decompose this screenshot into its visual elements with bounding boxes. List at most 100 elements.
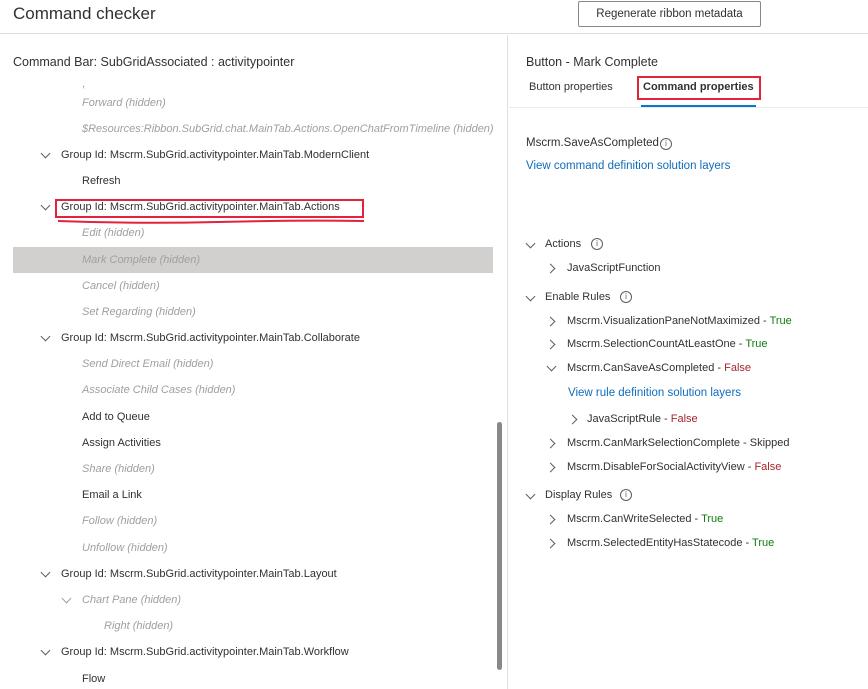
info-icon[interactable]: i bbox=[620, 489, 632, 501]
chevron-right-icon bbox=[545, 538, 556, 549]
rule-separator: - bbox=[714, 362, 725, 374]
tree-item-cancel[interactable]: Cancel (hidden) bbox=[82, 273, 160, 299]
tree-item-right[interactable]: Right (hidden) bbox=[104, 613, 173, 639]
enable-rule-item[interactable]: Mscrm.VisualizationPaneNotMaximized - Tr… bbox=[545, 311, 792, 331]
tree-item-label: Add to Queue bbox=[82, 411, 150, 423]
tree-group-label: Group Id: Mscrm.SubGrid.activitypointer.… bbox=[61, 646, 349, 658]
regenerate-ribbon-metadata-button[interactable]: Regenerate ribbon metadata bbox=[578, 1, 761, 27]
enable-rule-item[interactable]: Mscrm.SelectionCountAtLeastOne - True bbox=[545, 334, 768, 354]
tree-group-label: Group Id: Mscrm.SubGrid.activitypointer.… bbox=[61, 332, 360, 344]
rule-separator: - bbox=[742, 537, 753, 549]
chevron-down-icon bbox=[525, 238, 536, 249]
tree-item-label: Email a Link bbox=[82, 489, 142, 501]
tree-item-send-direct-email[interactable]: Send Direct Email (hidden) bbox=[82, 351, 213, 377]
rule-value: False bbox=[724, 362, 752, 374]
rule-value: False bbox=[670, 413, 698, 425]
command-bar-title: Command Bar: SubGridAssociated : activit… bbox=[13, 55, 295, 69]
header-bar: Command checker Regenerate ribbon metada… bbox=[0, 0, 868, 34]
rule-value: True bbox=[752, 537, 775, 549]
rule-name: Mscrm.CanMarkSelectionComplete bbox=[567, 437, 740, 449]
view-rule-definition-layers-link[interactable]: View rule definition solution layers bbox=[568, 387, 741, 399]
tree-item-label: $Resources:Ribbon.SubGrid.chat.MainTab.A… bbox=[82, 123, 494, 135]
tree-item-label: Cancel (hidden) bbox=[82, 280, 160, 292]
tree-item-associate-child-cases[interactable]: Associate Child Cases (hidden) bbox=[82, 377, 235, 403]
rule-value: True bbox=[701, 513, 724, 525]
command-id: Mscrm.SaveAsCompleted bbox=[526, 137, 659, 149]
tree-item-refresh[interactable]: Refresh bbox=[82, 168, 121, 194]
tree-item-label: Flow bbox=[82, 673, 106, 685]
tree-item-follow[interactable]: Follow (hidden) bbox=[82, 508, 157, 534]
chevron-right-icon bbox=[545, 263, 556, 274]
rule-name: Mscrm.SelectedEntityHasStatecode bbox=[567, 537, 743, 549]
chevron-down-icon bbox=[40, 148, 51, 159]
tree-group-label: Group Id: Mscrm.SubGrid.activitypointer.… bbox=[61, 568, 337, 580]
info-icon[interactable]: i bbox=[660, 138, 672, 150]
tree-item-label: Unfollow (hidden) bbox=[82, 542, 168, 554]
chevron-down-icon bbox=[40, 567, 51, 578]
action-label: JavaScriptFunction bbox=[567, 262, 661, 274]
tree-item-label: Set Regarding (hidden) bbox=[82, 306, 196, 318]
rule-separator: - bbox=[740, 437, 750, 449]
section-label: Actions bbox=[545, 238, 582, 250]
command-bar-title-row: Command Bar: SubGridAssociated : activit… bbox=[0, 35, 507, 73]
tree-item-chart-pane[interactable]: Chart Pane (hidden) bbox=[61, 587, 181, 613]
section-actions[interactable]: Actions bbox=[525, 234, 581, 254]
tree-item-label: Forward (hidden) bbox=[82, 97, 166, 109]
section-label: Enable Rules bbox=[545, 291, 611, 303]
tree-item-label: Refresh bbox=[82, 175, 121, 187]
rule-separator: - bbox=[735, 338, 746, 350]
tree-item-mark-complete[interactable]: Mark Complete (hidden) bbox=[13, 247, 493, 273]
tab-button-properties[interactable]: Button properties bbox=[529, 81, 613, 93]
section-enable-rules[interactable]: Enable Rules bbox=[525, 287, 610, 307]
properties-pane: Button - Mark Complete Button properties… bbox=[509, 35, 868, 689]
tree-item-assign-activities[interactable]: Assign Activities bbox=[82, 430, 161, 456]
info-icon[interactable]: i bbox=[591, 238, 603, 250]
tree-item-label: Right (hidden) bbox=[104, 620, 174, 632]
display-rule-item[interactable]: Mscrm.SelectedEntityHasStatecode - True bbox=[545, 533, 775, 553]
action-item[interactable]: JavaScriptFunction bbox=[545, 258, 661, 278]
chevron-right-icon bbox=[545, 438, 556, 449]
tree-item-label: Follow (hidden) bbox=[82, 515, 158, 527]
enable-rule-item[interactable]: Mscrm.CanMarkSelectionComplete - Skipped bbox=[545, 433, 790, 453]
tree-item-label: Share (hidden) bbox=[82, 463, 155, 475]
view-command-definition-layers-link[interactable]: View command definition solution layers bbox=[526, 160, 730, 172]
tree-item-email-a-link[interactable]: Email a Link bbox=[82, 482, 142, 508]
tree-item-flow[interactable]: Flow bbox=[82, 666, 105, 689]
info-icon[interactable]: i bbox=[620, 291, 632, 303]
display-rule-item[interactable]: Mscrm.CanWriteSelected - True bbox=[545, 509, 724, 529]
tree-item-label: Chart Pane (hidden) bbox=[82, 594, 182, 606]
tree-item-open-chat[interactable]: $Resources:Ribbon.SubGrid.chat.MainTab.A… bbox=[82, 116, 502, 142]
rule-separator: - bbox=[691, 513, 702, 525]
tree-item-share[interactable]: Share (hidden) bbox=[82, 456, 155, 482]
tree-group-workflow[interactable]: Group Id: Mscrm.SubGrid.activitypointer.… bbox=[40, 639, 349, 665]
app-title: Command checker bbox=[13, 4, 156, 23]
rule-name: Mscrm.CanSaveAsCompleted bbox=[567, 362, 715, 374]
chevron-down-icon bbox=[40, 331, 51, 342]
rule-value: Skipped bbox=[749, 437, 790, 449]
tree-item-label: Edit (hidden) bbox=[82, 227, 145, 239]
tree-group-modernclient[interactable]: Group Id: Mscrm.SubGrid.activitypointer.… bbox=[40, 142, 369, 168]
rule-value: True bbox=[769, 315, 792, 327]
rule-name: Mscrm.VisualizationPaneNotMaximized bbox=[567, 315, 760, 327]
javascript-rule-item[interactable]: JavaScriptRule - False bbox=[567, 409, 698, 429]
tree-item-label: Send Direct Email (hidden) bbox=[82, 358, 214, 370]
tree-item-forward[interactable]: Forward (hidden) bbox=[82, 90, 166, 116]
chevron-right-icon bbox=[545, 339, 556, 350]
tree-item-add-to-queue[interactable]: Add to Queue bbox=[82, 404, 150, 430]
tree-item-set-regarding[interactable]: Set Regarding (hidden) bbox=[82, 299, 196, 325]
chevron-down-icon bbox=[525, 291, 536, 302]
rule-separator: - bbox=[660, 413, 671, 425]
enable-rule-item[interactable]: Mscrm.CanSaveAsCompleted - False bbox=[546, 358, 752, 378]
tree-scrollbar[interactable] bbox=[497, 422, 502, 670]
tree-group-layout[interactable]: Group Id: Mscrm.SubGrid.activitypointer.… bbox=[40, 561, 337, 587]
tree-group-collaborate[interactable]: Group Id: Mscrm.SubGrid.activitypointer.… bbox=[40, 325, 360, 351]
tree-item-label: Assign Activities bbox=[82, 437, 161, 449]
section-label: Display Rules bbox=[545, 489, 613, 501]
highlight-box-command-tab bbox=[637, 76, 761, 100]
chevron-down-icon bbox=[525, 489, 536, 500]
tabs-divider bbox=[509, 107, 868, 108]
tree-item-unfollow[interactable]: Unfollow (hidden) bbox=[82, 535, 168, 561]
section-display-rules[interactable]: Display Rules bbox=[525, 485, 612, 505]
enable-rule-item[interactable]: Mscrm.DisableForSocialActivityView - Fal… bbox=[545, 457, 781, 477]
tree-group-label: Group Id: Mscrm.SubGrid.activitypointer.… bbox=[61, 149, 370, 161]
